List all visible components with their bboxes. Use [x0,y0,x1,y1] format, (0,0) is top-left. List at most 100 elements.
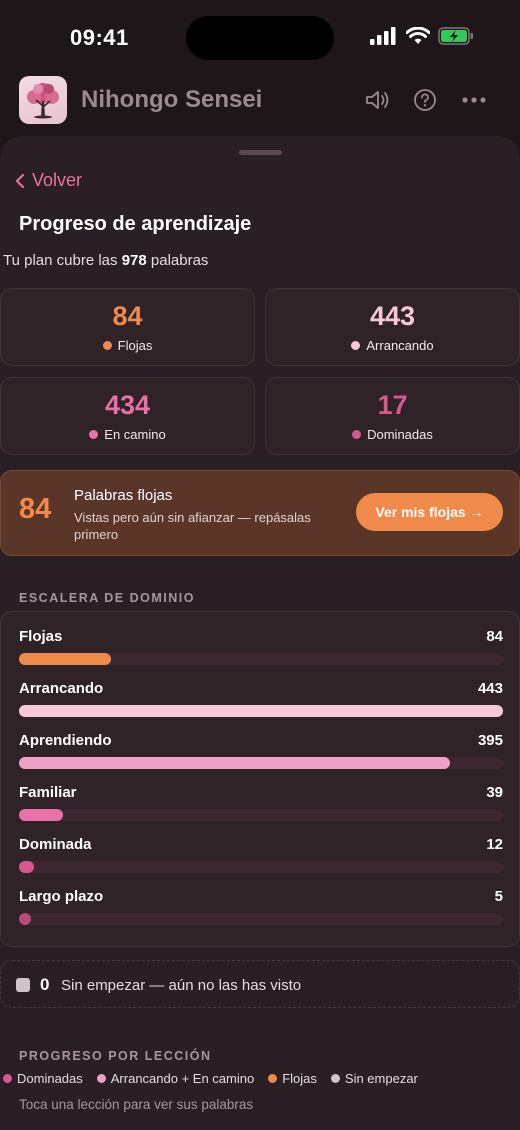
ladder-fill [19,757,450,769]
ladder-row-name: Largo plazo [19,888,104,905]
legend-dot [96,1074,106,1083]
ladder-row: Aprendiendo 395 [19,732,503,772]
ladder-fill [19,861,34,873]
legend-item: Sin empezar [330,1071,418,1086]
ladder-row: Familiar 39 [19,784,503,824]
ladder-row-value: 84 [486,628,503,645]
ladder-row-value: 39 [486,784,503,801]
legend-label: Sin empezar [344,1071,418,1086]
legend-item: Dominadas [3,1071,83,1086]
sheet-grabber[interactable] [239,150,282,155]
stat-dot [89,430,99,439]
plan-suffix: palabras [150,252,209,269]
unstarted-count: 0 [40,975,50,994]
stat-card-arrancando[interactable]: 443 Arrancando [265,288,520,366]
battery-charging-icon [438,27,473,45]
ladder-track [19,705,503,717]
lessons-section-label: PROGRESO POR LECCIÓN [19,1049,212,1063]
stat-label-row: Arrancando [266,338,519,353]
signal-icon [370,27,396,45]
status-bar: 09:41 [0,0,520,76]
ladder-row-value: 5 [494,888,503,905]
ladder-row: Flojas 84 [19,628,503,668]
stat-card-dominadas[interactable]: 17 Dominadas [265,377,520,455]
ladder-track [19,809,503,821]
view-weak-button[interactable]: Ver mis flojas → [356,493,503,531]
stat-dot [102,341,112,350]
ladder-row: Arrancando 443 [19,680,503,720]
ladder-row-name: Arrancando [19,680,104,697]
legend-dot [330,1074,340,1083]
weak-description: Vistas pero aún sin afianzar — repásalas… [74,510,311,542]
page-title: Progreso de aprendizaje [19,213,252,235]
ladder-row-name: Flojas [19,628,63,645]
back-label: Volver [32,170,83,190]
ladder-row-name: Familiar [19,784,77,801]
weak-count: 84 [19,493,52,525]
ladder-track [19,861,503,873]
stat-dot [351,341,361,350]
ladder-track [19,913,503,925]
app-header: Nihongo Sensei [0,76,520,126]
ladder-fill [19,653,111,665]
stat-label-row: Flojas [1,338,254,353]
back-button[interactable]: Volver [14,170,82,191]
progress-sheet: Volver Progreso de aprendizaje Tu plan c… [0,136,520,1130]
unstarted-text: Sin empezar — aún no las has visto [61,977,302,994]
dynamic-island [186,16,334,60]
lessons-hint: Toca una lección para ver sus palabras [19,1097,254,1112]
ladder-row: Dominada 12 [19,836,503,876]
legend-item: Flojas [268,1071,317,1086]
weak-words-banner: 84 Palabras flojas Vistas pero aún sin a… [0,470,520,556]
stat-label-row: En camino [1,427,254,442]
chevron-left-icon [15,173,25,188]
weak-title: Palabras flojas [74,487,173,504]
mastery-ladder: Flojas 84 Arrancando 443 Aprendiendo 395… [0,611,520,947]
stat-label: Flojas [117,338,153,353]
ladder-row-name: Aprendiendo [19,732,112,749]
plan-count: 978 [121,252,147,269]
ladder-fill [19,913,32,925]
ladder-track [19,757,503,769]
legend-dot [3,1074,12,1083]
app-title: Nihongo Sensei [81,86,263,113]
ladder-row-name: Dominada [19,836,92,853]
ladder-section-label: ESCALERA DE DOMINIO [19,591,195,605]
stat-value: 434 [104,390,151,420]
ladder-row-value: 12 [486,836,503,853]
ladder-row-value: 395 [477,732,503,749]
stat-label: Arrancando [366,338,434,353]
speaker-icon[interactable] [364,88,390,112]
ladder-row-value: 443 [477,680,503,697]
more-options-icon[interactable] [461,96,487,104]
legend-label: Flojas [282,1071,317,1086]
stat-label-row: Dominadas [266,427,519,442]
legend-dot [268,1074,278,1083]
plan-prefix: Tu plan cubre las [3,252,118,269]
wifi-icon [406,27,430,44]
lessons-legend: Dominadas Arrancando + En camino Flojas … [3,1071,418,1086]
status-time: 09:41 [70,25,129,50]
ladder-fill [19,705,503,717]
ladder-row: Largo plazo 5 [19,888,503,928]
stat-card-en-camino[interactable]: 434 En camino [0,377,255,455]
legend-label: Dominadas [17,1071,83,1086]
help-icon[interactable] [413,88,437,112]
stat-card-flojas[interactable]: 84 Flojas [0,288,255,366]
ladder-track [19,653,503,665]
stat-dot [352,430,362,439]
cherry-tree-icon [27,83,59,119]
plan-summary: Tu plan cubre las 978 palabras [3,252,208,269]
stat-label: En camino [104,427,166,442]
app-logo [19,76,67,124]
stat-value: 443 [369,301,416,331]
stat-value: 17 [377,390,408,420]
legend-label: Arrancando + En camino [110,1071,255,1086]
unstarted-row[interactable]: 0 Sin empezar — aún no las has visto [0,960,520,1008]
stat-value: 84 [112,301,143,331]
ladder-fill [19,809,63,821]
unstarted-swatch [16,978,30,992]
stat-label: Dominadas [367,427,433,442]
status-icons [370,27,474,45]
legend-item: Arrancando + En camino [96,1071,255,1086]
